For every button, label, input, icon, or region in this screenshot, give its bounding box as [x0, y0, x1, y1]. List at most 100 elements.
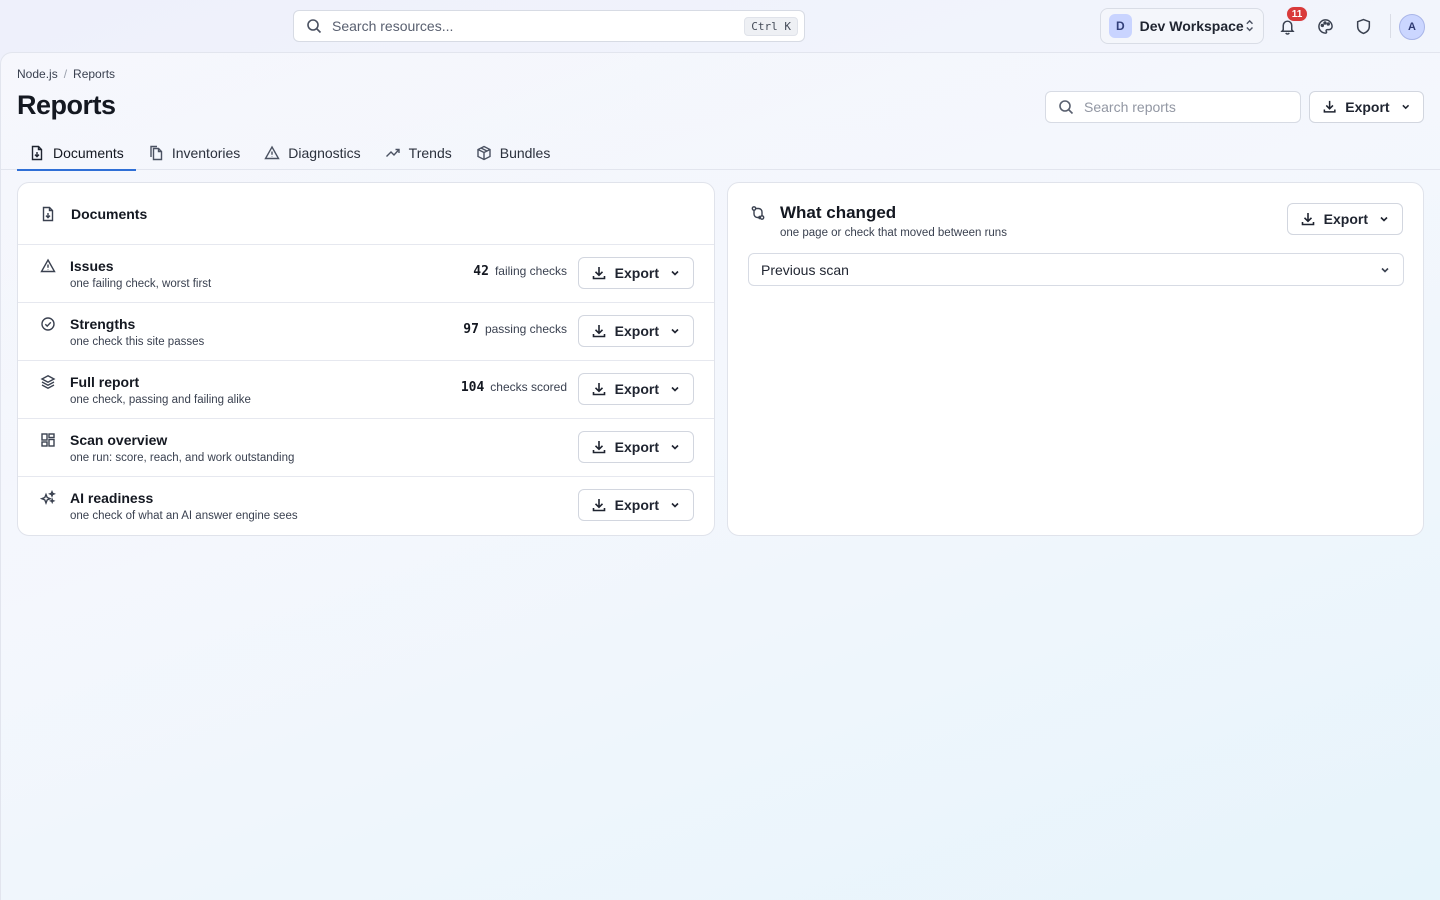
tab-label: Bundles: [499, 144, 551, 161]
tab-label: Diagnostics: [288, 144, 361, 161]
tab-bundles[interactable]: Bundles: [464, 135, 563, 170]
document-row-scan-overview: Scan overview one run: score, reach, and…: [18, 419, 714, 477]
download-icon: [1322, 99, 1337, 115]
download-icon: [591, 323, 607, 339]
tab-diagnostics[interactable]: Diagnostics: [252, 135, 372, 170]
download-icon: [591, 381, 607, 397]
tab-inventories[interactable]: Inventories: [136, 135, 252, 170]
report-tabs: Documents Inventories Diagnostics Trends…: [17, 135, 563, 171]
warning-triangle-icon: [264, 145, 280, 161]
document-subtitle: one check this site passes: [70, 336, 205, 348]
global-search-input[interactable]: Search resources... Ctrl K: [293, 10, 805, 42]
download-icon: [591, 265, 607, 281]
theme-button[interactable]: [1313, 14, 1337, 38]
export-label: Export: [614, 265, 659, 281]
document-row-ai-readiness: AI readiness one check of what an AI ans…: [18, 477, 714, 535]
check-circle-icon: [40, 316, 56, 332]
chevron-down-icon: [669, 499, 681, 511]
ai-readiness-export-button[interactable]: Export: [577, 489, 694, 521]
count-label: passing checks: [484, 322, 567, 336]
document-count: 104 checks scored: [461, 380, 567, 395]
strengths-export-button[interactable]: Export: [577, 315, 694, 347]
topbar-divider: [1390, 14, 1391, 38]
documents-card: Documents Issues one failing check, wors…: [17, 182, 715, 536]
document-count: 42 failing checks: [473, 264, 567, 279]
tab-trends[interactable]: Trends: [373, 135, 464, 170]
what-changed-title: What changed: [780, 203, 897, 222]
tab-label: Documents: [53, 144, 124, 161]
document-row-strengths: Strengths one check this site passes 97 …: [18, 303, 714, 361]
chevron-down-icon: [1378, 213, 1390, 225]
export-label: Export: [614, 381, 659, 397]
document-row-issues: Issues one failing check, worst first 42…: [18, 245, 714, 303]
download-icon: [1300, 211, 1316, 227]
breadcrumb-separator: /: [63, 67, 68, 81]
document-title: Full report: [70, 374, 140, 390]
files-icon: [148, 145, 164, 161]
scan-overview-export-button[interactable]: Export: [577, 431, 694, 463]
export-label: Export: [614, 323, 659, 339]
git-compare-icon: [750, 205, 766, 221]
breadcrumb-item-nodejs[interactable]: Node.js: [17, 67, 58, 81]
page-export-button[interactable]: Export: [1309, 91, 1424, 123]
security-button[interactable]: [1351, 14, 1375, 38]
chevron-down-icon: [1379, 264, 1391, 276]
export-label: Export: [1323, 211, 1368, 227]
download-icon: [591, 439, 607, 455]
dashboard-grid-icon: [40, 432, 56, 448]
document-subtitle: one failing check, worst first: [70, 278, 212, 290]
search-icon: [1058, 99, 1074, 115]
count-label: checks scored: [490, 380, 567, 394]
warning-triangle-icon: [40, 258, 56, 274]
palette-icon: [1317, 18, 1334, 35]
document-subtitle: one run: score, reach, and work outstand…: [70, 452, 295, 464]
document-subtitle: one check of what an AI answer engine se…: [70, 510, 298, 522]
trend-up-icon: [385, 145, 401, 161]
document-title: AI readiness: [70, 490, 154, 506]
what-changed-card: What changed one page or check that move…: [727, 182, 1424, 536]
document-row-full-report: Full report one check, passing and faili…: [18, 361, 714, 419]
full-report-export-button[interactable]: Export: [577, 373, 694, 405]
notification-count-badge: 11: [1286, 6, 1308, 22]
count-label: failing checks: [494, 264, 567, 278]
global-search-placeholder: Search resources...: [332, 18, 454, 34]
scan-select-value: Previous scan: [761, 261, 849, 278]
reports-search-field[interactable]: [1045, 91, 1301, 123]
export-label: Export: [614, 497, 659, 513]
download-icon: [591, 497, 607, 513]
file-download-icon: [29, 145, 45, 161]
workspace-switcher[interactable]: D Dev Workspace: [1100, 8, 1264, 44]
workspace-name: Dev Workspace: [1139, 18, 1244, 34]
user-avatar[interactable]: A: [1399, 14, 1425, 40]
documents-card-title: Documents: [71, 205, 148, 222]
reports-search-input[interactable]: [1084, 99, 1288, 115]
count-value: 42: [473, 264, 489, 279]
export-label: Export: [1345, 99, 1390, 115]
chevron-down-icon: [669, 325, 681, 337]
chevron-down-icon: [669, 383, 681, 395]
document-subtitle: one check, passing and failing alike: [70, 394, 251, 406]
tab-documents[interactable]: Documents: [17, 135, 136, 171]
issues-export-button[interactable]: Export: [577, 257, 694, 289]
count-value: 97: [463, 322, 479, 337]
chevron-down-icon: [1400, 101, 1411, 113]
document-title: Scan overview: [70, 432, 168, 448]
file-download-icon: [40, 206, 56, 222]
document-title: Strengths: [70, 316, 136, 332]
count-value: 104: [460, 380, 485, 395]
comparison-scan-select[interactable]: Previous scan: [748, 253, 1404, 286]
document-count: 97 passing checks: [463, 322, 567, 337]
chevron-down-icon: [669, 267, 681, 279]
what-changed-export-button[interactable]: Export: [1286, 203, 1403, 235]
page-title: Reports: [17, 90, 116, 120]
what-changed-subtitle: one page or check that moved between run…: [780, 227, 1007, 239]
package-icon: [476, 145, 492, 161]
top-bar: Search resources... Ctrl K D Dev Workspa…: [0, 0, 1440, 52]
sparkles-icon: [40, 490, 56, 506]
workspace-avatar: D: [1109, 14, 1132, 38]
chevron-down-icon: [669, 441, 681, 453]
documents-card-header: Documents: [18, 183, 714, 245]
breadcrumb-item-reports: Reports: [73, 67, 116, 81]
chevron-up-down-icon: [1244, 19, 1255, 33]
breadcrumb: Node.js / Reports: [17, 67, 115, 81]
